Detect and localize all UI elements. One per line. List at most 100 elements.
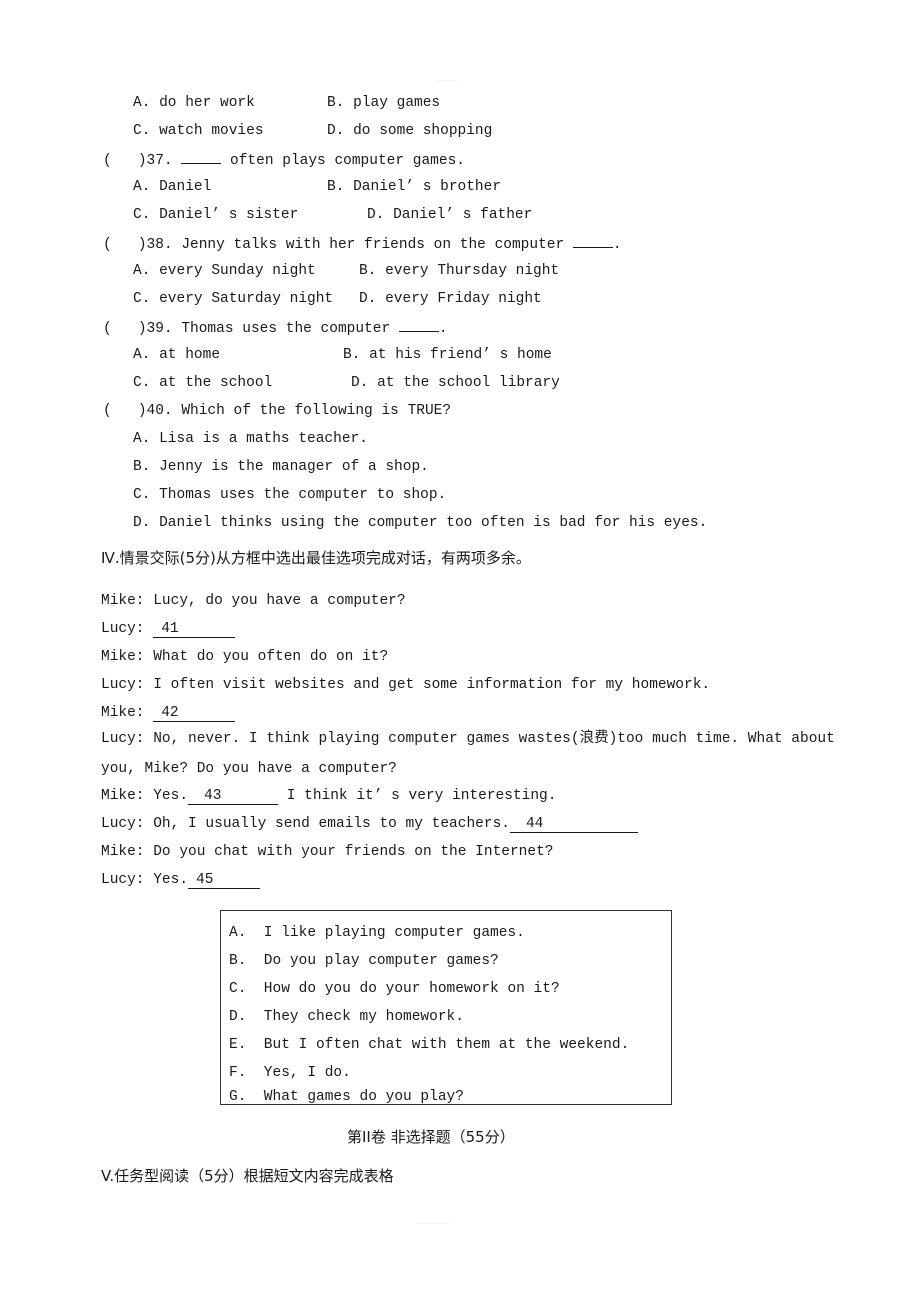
option-letter: A. (133, 95, 151, 111)
section-5-heading: V.任务型阅读（5分）根据短文内容完成表格 (101, 1167, 394, 1185)
option-letter: C. (133, 375, 151, 391)
option-text: every Sunday night (159, 263, 316, 279)
dialogue-line: you, Mike? Do you have a computer? (101, 761, 397, 777)
answer-paren: ( (103, 153, 112, 169)
option-text: at home (159, 347, 221, 363)
option-letter: C. (133, 487, 151, 503)
q38-option-d: D. every Friday night (359, 289, 542, 309)
q38-option-a: A. every Sunday night (133, 261, 316, 281)
dialogue-blank-43: 43 (188, 788, 279, 805)
dialogue-line: Lucy: 41 (101, 619, 236, 639)
dialogue-blank-44: 44 (509, 816, 638, 833)
question-text: Thomas uses the computer (181, 321, 391, 337)
option-text: do some shopping (353, 123, 493, 139)
question-end: . (438, 321, 448, 337)
question-text: Jenny talks with her friends on the comp… (181, 237, 565, 253)
option-text: do her work (159, 95, 255, 111)
answer-options-box: A. I like playing computer games. B. Do … (220, 910, 672, 1105)
q37-option-d: D. Daniel’ s father (367, 205, 532, 225)
option-letter: D. (367, 207, 385, 223)
dialogue-blank-42: 42 (153, 705, 236, 722)
option-text: at the school (159, 375, 273, 391)
option-letter: B. (359, 263, 377, 279)
option-letter: D. (133, 515, 151, 531)
speaker: Mike: (101, 705, 154, 721)
q40-option-c: C. Thomas uses the computer to shop. (133, 485, 446, 505)
box-option-f: F. Yes, I do. (229, 1065, 351, 1081)
option-text: Daniel (159, 179, 212, 195)
option-text: watch movies (159, 123, 264, 139)
option-letter: B. (327, 179, 345, 195)
dialogue-line: Lucy: No, never. I think playing compute… (101, 731, 835, 747)
box-option-g: G. What games do you play? (229, 1089, 464, 1104)
answer-paren: ( (103, 403, 112, 419)
option-text: Jenny is the manager of a shop. (159, 459, 429, 475)
option-text: Daniel’ s sister (159, 207, 299, 223)
dialogue-line: Lucy: I often visit websites and get som… (101, 677, 711, 693)
box-option-c: C. How do you do your homework on it? (229, 981, 560, 997)
q36-option-d: D. do some shopping (327, 121, 492, 141)
dialogue-blank-45: 45 (188, 872, 261, 889)
option-letter: B. (343, 347, 361, 363)
option-letter: C. (133, 291, 151, 307)
question-number: )39. (137, 321, 173, 337)
section-4-heading: Ⅳ.情景交际(5分)从方框中选出最佳选项完成对话，有两项多余。 (101, 549, 531, 567)
part-2-title: 第II卷 非选择题（55分） (347, 1128, 515, 1146)
option-text: every Friday night (385, 291, 542, 307)
dialogue-text: Lucy: Yes. (101, 872, 189, 888)
option-letter: C. (133, 207, 151, 223)
option-letter: A. (133, 179, 151, 195)
dialogue-line: Mike: What do you often do on it? (101, 649, 389, 665)
box-option-b: B. Do you play computer games? (229, 953, 499, 969)
option-text: every Saturday night (159, 291, 334, 307)
answer-paren: ( (103, 321, 112, 337)
q40-option-d: D. Daniel thinks using the computer too … (133, 513, 707, 533)
option-text: at the school library (377, 375, 560, 391)
page-edge-mark-bottom (416, 1223, 450, 1224)
page-edge-mark-top (435, 80, 457, 81)
q37-option-a: A. Daniel (133, 177, 211, 197)
box-option-e: E. But I often chat with them at the wee… (229, 1037, 630, 1053)
q39-option-a: A. at home (133, 345, 220, 365)
option-letter: D. (359, 291, 377, 307)
q36-option-a: A. do her work (133, 93, 255, 113)
dialogue-line: Lucy: Yes. 45 (101, 870, 261, 890)
question-text: Which of the following is TRUE? (181, 403, 452, 419)
q39-option-b: B. at his friend’ s home (343, 345, 552, 365)
dialogue-line: Lucy: Oh, I usually send emails to my te… (101, 814, 638, 834)
option-text: Thomas uses the computer to shop. (159, 487, 447, 503)
q37-option-b: B. Daniel’ s brother (327, 177, 501, 197)
option-letter: B. (133, 459, 151, 475)
q38-stem: ( )38. Jenny talks with her friends on t… (103, 233, 622, 255)
option-letter: D. (351, 375, 369, 391)
dialogue-text: Lucy: Oh, I usually send emails to my te… (101, 816, 510, 832)
dialogue-line: Mike: 42 (101, 703, 236, 723)
box-option-d: D. They check my homework. (229, 1009, 464, 1025)
q39-stem: ( )39. Thomas uses the computer . (103, 317, 448, 339)
q39-option-d: D. at the school library (351, 373, 560, 393)
option-text: Daniel thinks using the computer too oft… (159, 515, 708, 531)
option-text: play games (353, 95, 441, 111)
option-letter: B. (327, 95, 345, 111)
question-number: )38. (137, 237, 173, 253)
dialogue-line: Mike: Lucy, do you have a computer? (101, 593, 406, 609)
option-letter: C. (133, 123, 151, 139)
option-text: Daniel’ s brother (353, 179, 502, 195)
dialogue-text: Mike: Yes. (101, 788, 189, 804)
option-text: every Thursday night (385, 263, 560, 279)
q40-option-a: A. Lisa is a maths teacher. (133, 429, 368, 449)
answer-paren: ( (103, 237, 112, 253)
q37-option-c: C. Daniel’ s sister (133, 205, 298, 225)
answer-blank (572, 233, 613, 248)
q38-option-c: C. every Saturday night (133, 289, 333, 309)
answer-blank (181, 149, 222, 164)
q40-stem: ( )40. Which of the following is TRUE? (103, 401, 451, 421)
dialogue-line: Mike: Do you chat with your friends on t… (101, 844, 554, 860)
option-text: at his friend’ s home (369, 347, 552, 363)
dialogue-blank-41: 41 (153, 621, 236, 638)
option-text: Lisa is a maths teacher. (159, 431, 368, 447)
q36-option-b: B. play games (327, 93, 440, 113)
question-text: often plays computer games. (230, 153, 465, 169)
box-option-a: A. I like playing computer games. (229, 925, 525, 941)
option-letter: A. (133, 431, 151, 447)
